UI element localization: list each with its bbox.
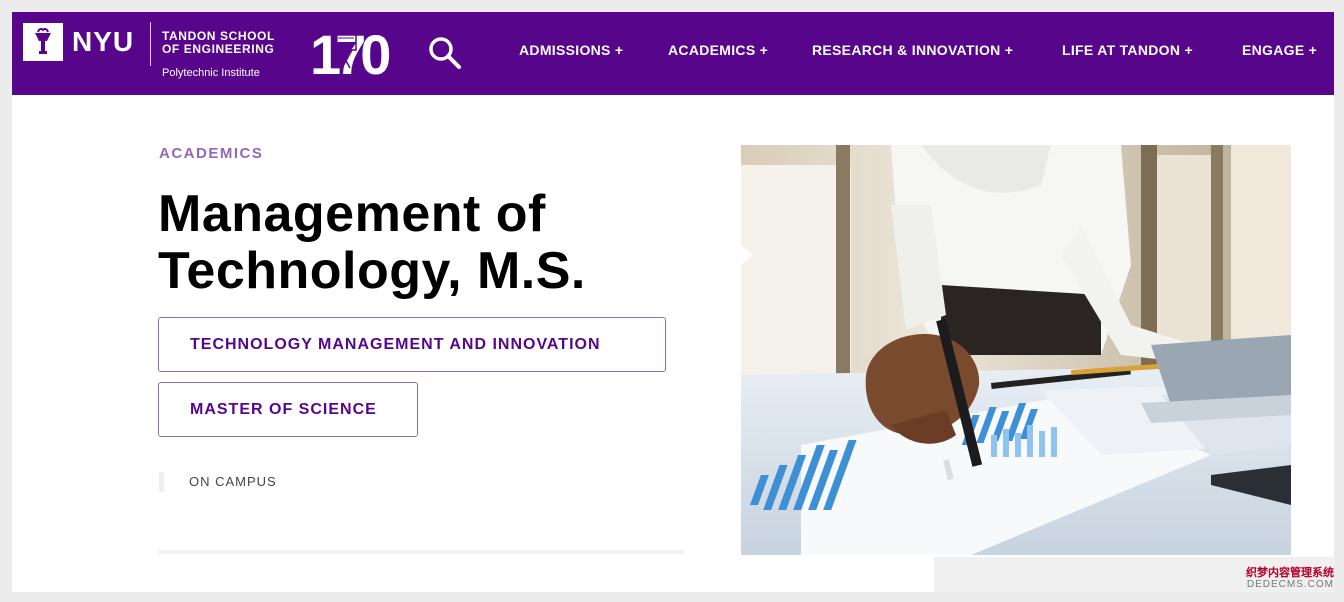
page-title-line-2: Technology, M.S. (158, 242, 586, 300)
watermark: 织梦内容管理系统 DEDECMS.COM (1234, 567, 1334, 592)
school-name-line-2[interactable]: OF ENGINEERING (162, 43, 274, 56)
anniversary-170-text: 170 (310, 24, 389, 80)
hero-image (741, 145, 1291, 555)
nyu-torch-logo[interactable] (23, 23, 63, 61)
school-subtitle: Polytechnic Institute (162, 67, 260, 79)
nav-admissions[interactable]: ADMISSIONS + (519, 42, 623, 58)
nav-research-innovation[interactable]: RESEARCH & INNOVATION + (812, 42, 1013, 58)
logo-divider (150, 22, 151, 66)
page-title: Management of Technology, M.S. (158, 186, 586, 300)
site-header: NYU TANDON SCHOOL OF ENGINEERING Polytec… (12, 12, 1334, 95)
nyu-wordmark[interactable]: NYU (72, 26, 134, 58)
search-icon (429, 37, 461, 69)
campus-label: ON CAMPUS (189, 474, 277, 489)
page-title-line-1: Management of (158, 185, 546, 243)
page-frame: NYU TANDON SCHOOL OF ENGINEERING Polytec… (12, 12, 1334, 592)
nav-engage[interactable]: ENGAGE + (1242, 42, 1317, 58)
torch-icon (35, 28, 51, 54)
search-button[interactable] (426, 34, 464, 70)
campus-indicator-bar (159, 472, 164, 492)
tag-master-of-science-button[interactable]: MASTER OF SCIENCE (158, 382, 418, 437)
anniversary-170-logo[interactable]: 170 (310, 24, 410, 80)
nav-life-at-tandon[interactable]: LIFE AT TANDON + (1062, 42, 1193, 58)
content-divider (158, 550, 684, 554)
watermark-line-2: DEDECMS.COM (1246, 579, 1334, 590)
tag-technology-management-button[interactable]: TECHNOLOGY MANAGEMENT AND INNOVATION (158, 317, 666, 372)
nav-academics[interactable]: ACADEMICS + (668, 42, 768, 58)
hero-photo-illustration (741, 145, 1291, 555)
watermark-line-1: 织梦内容管理系统 (1246, 567, 1334, 579)
section-eyebrow[interactable]: ACADEMICS (159, 145, 263, 163)
